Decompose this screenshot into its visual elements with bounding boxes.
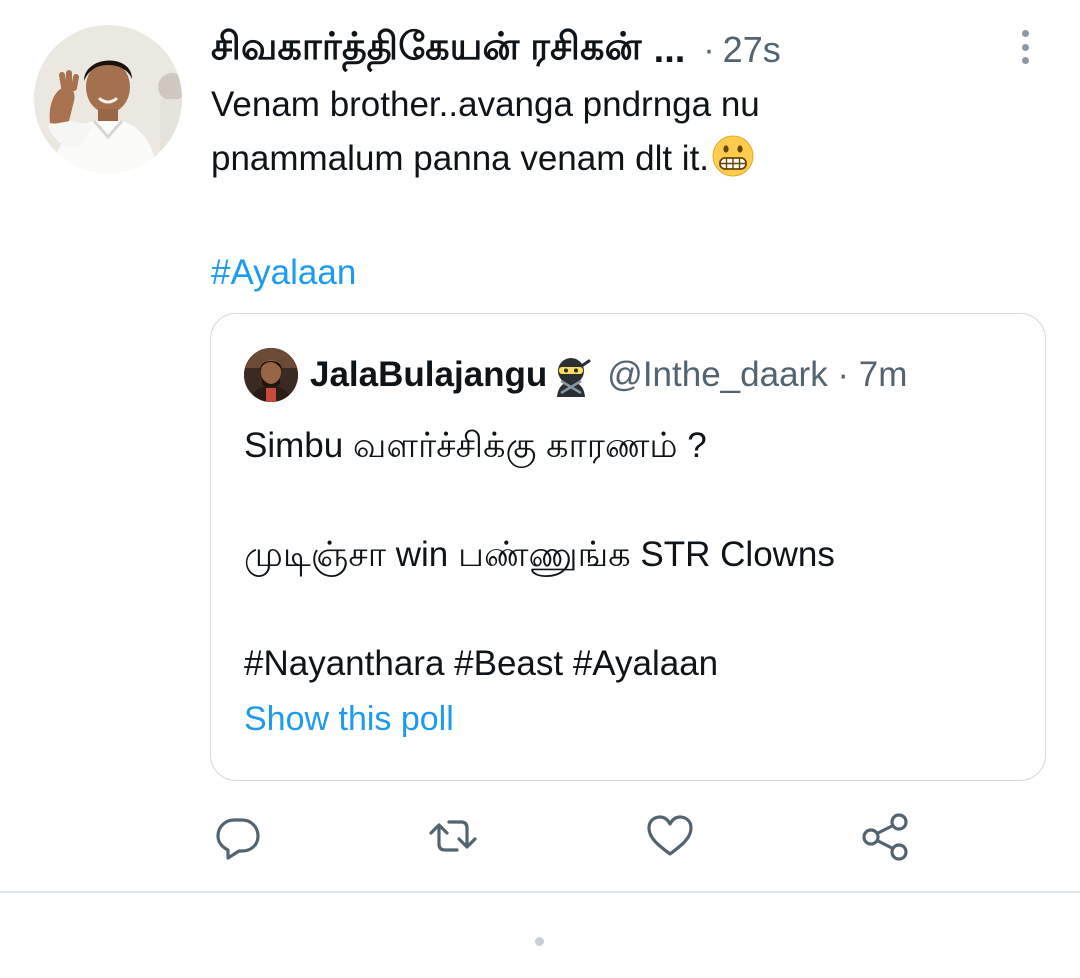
share-button[interactable]: [859, 810, 911, 862]
retweet-icon: [429, 820, 477, 852]
name-truncation: ...: [653, 28, 686, 71]
tweet-header: சிவகார்த்திகேயன் ரசிகன் ... · 27s: [211, 22, 1011, 78]
tweet-hashtag-link[interactable]: #Ayalaan: [211, 246, 356, 300]
ninja-emoji-icon: [557, 358, 591, 397]
quoted-text-line: முடிஞ்சா win பண்ணுங்க STR Clowns: [244, 535, 835, 574]
tweet-text-line: pnammalum panna venam dlt it.: [211, 132, 1031, 186]
tweet-page: சிவகார்த்திகேயன் ரசிகன் ... · 27s Venam …: [0, 0, 1080, 978]
avatar-photo: [34, 25, 182, 173]
more-dot: [1021, 30, 1029, 37]
tweet-divider: [0, 891, 1080, 893]
reply-icon: [216, 818, 260, 860]
page-indicator-dot: [535, 937, 544, 946]
more-dot: [1021, 43, 1029, 51]
tweet-body: Venam brother..avanga pndrnga nu pnammal…: [211, 78, 1031, 186]
tweet-text-fragment: pnammalum panna venam dlt it.: [211, 139, 710, 178]
quoted-tweet-header: JalaBulajangu @Inthe_daark · 7m: [310, 347, 907, 403]
author-display-name[interactable]: சிவகார்த்திகேயன் ரசிகன்: [211, 26, 642, 74]
more-dot: [1021, 57, 1029, 64]
more-options-icon[interactable]: [1012, 30, 1038, 64]
quoted-author-display-name[interactable]: JalaBulajangu: [310, 355, 547, 395]
header-separator: ·: [703, 30, 715, 69]
quoted-text-line: Simbu வளர்ச்சிக்கு காரணம் ?: [244, 426, 707, 465]
heart-icon: [647, 815, 693, 856]
tweet-timestamp[interactable]: 27s: [723, 29, 781, 71]
line-spacer: [244, 474, 1024, 527]
line-spacer: [244, 583, 1024, 636]
like-button[interactable]: [644, 810, 696, 862]
show-poll-link[interactable]: Show this poll: [244, 700, 454, 739]
quoted-handle-and-time: @Inthe_daark · 7m: [607, 355, 908, 394]
tweet-action-bar: [0, 810, 1080, 870]
quoted-avatar-photo: [244, 348, 298, 402]
quoted-tweet-body: Simbu வளர்ச்சிக்கு காரணம் ? முடிஞ்சா win…: [244, 418, 1024, 692]
share-icon: [862, 813, 908, 861]
quoted-hashtags: #Nayanthara #Beast #Ayalaan: [244, 644, 719, 683]
reply-button[interactable]: [212, 810, 264, 862]
grimacing-face-emoji-icon: [712, 135, 754, 177]
tweet-text-line: Venam brother..avanga pndrnga nu: [211, 85, 760, 124]
retweet-button[interactable]: [427, 810, 479, 862]
quoted-tweet-card[interactable]: JalaBulajangu @Inthe_daark · 7m Simbu வள…: [210, 313, 1046, 781]
author-avatar[interactable]: [34, 25, 182, 173]
quoted-author-avatar[interactable]: [244, 348, 298, 402]
